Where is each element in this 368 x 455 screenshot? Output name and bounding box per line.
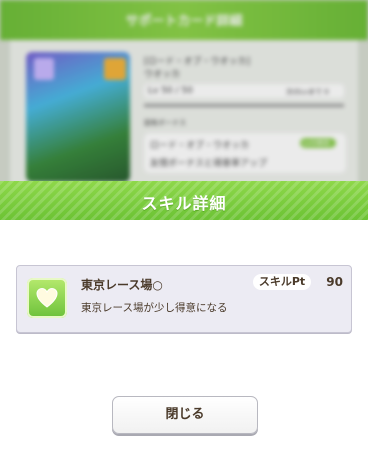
close-button[interactable]: 閉じる	[112, 396, 258, 434]
dialog-title: スキル詳細	[141, 194, 227, 213]
skill-pt-value: 90	[326, 275, 343, 289]
skill-row: 東京レース場○ スキルPt 90 東京レース場が少し得意になる	[16, 265, 352, 333]
skill-description: 東京レース場が少し得意になる	[81, 302, 228, 314]
skill-detail-dialog: スキル詳細 東京レース場○ スキルPt 90 東京レース場が少し得意になる 閉じ…	[0, 181, 368, 455]
skill-name: 東京レース場○	[81, 278, 163, 292]
skill-pt-label: スキルPt	[253, 274, 311, 290]
dialog-header: スキル詳細	[0, 181, 368, 220]
heart-icon	[27, 278, 67, 318]
